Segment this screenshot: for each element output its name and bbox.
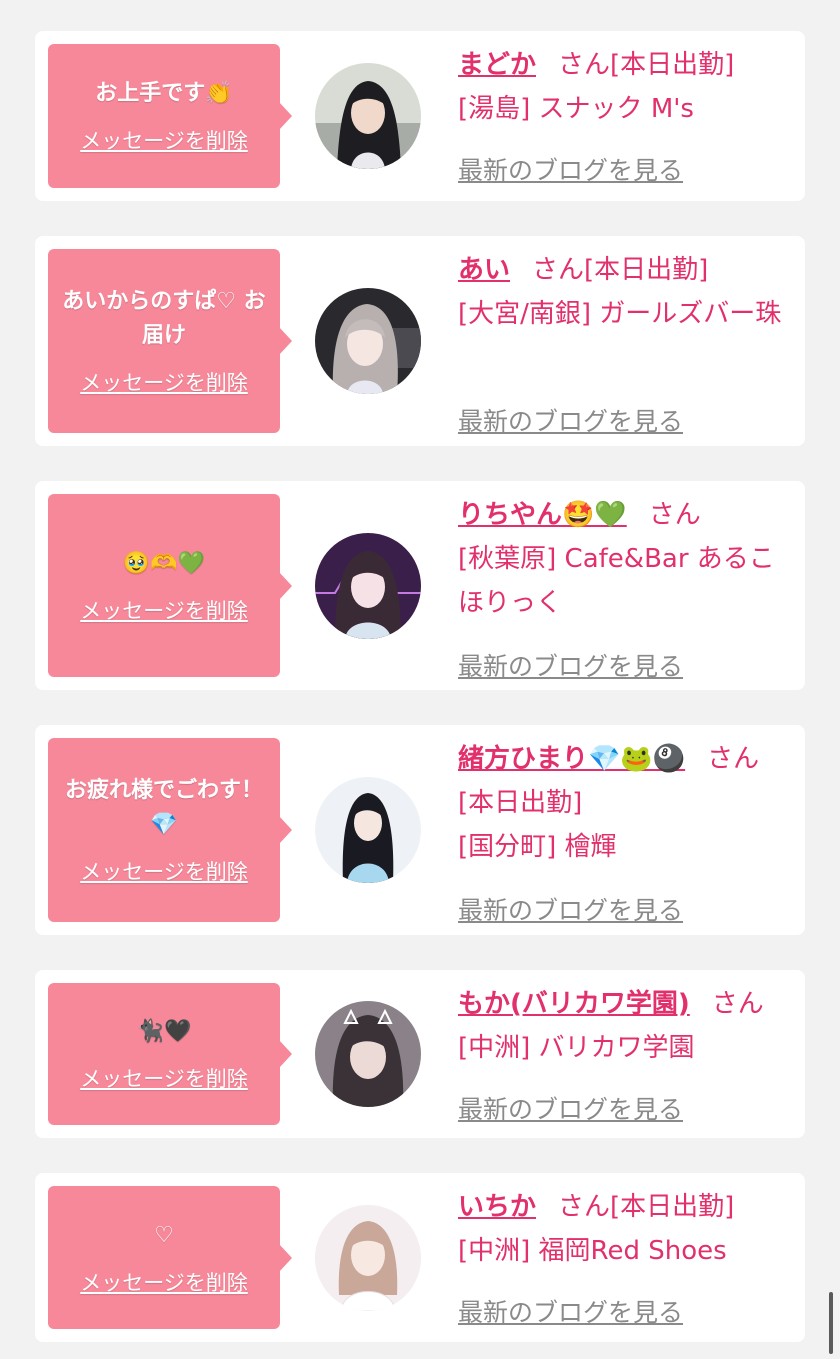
avatar[interactable] [315, 1001, 421, 1107]
status-badge: [本日出勤] [610, 50, 735, 80]
delete-message-link[interactable]: メッセージを削除 [80, 595, 248, 625]
honorific: さん [711, 989, 764, 1019]
delete-message-link[interactable]: メッセージを削除 [80, 367, 248, 397]
delete-message-link[interactable]: メッセージを削除 [80, 125, 248, 155]
blog-link[interactable]: 最新のブログを見る [458, 889, 683, 933]
cast-name-link[interactable]: まどか [458, 50, 536, 80]
message-bubble: 🥹🫶💚 メッセージを削除 [48, 494, 292, 677]
list-item: あいからのすぱ♡ お届け メッセージを削除 あい さん[本日出勤] [大宮/南銀]… [35, 236, 805, 446]
cast-name-link[interactable]: あい [458, 255, 510, 285]
honorific: さん [707, 744, 760, 774]
message-bubble: お上手です👏 メッセージを削除 [48, 44, 292, 188]
delete-message-link[interactable]: メッセージを削除 [80, 856, 248, 886]
message-text: 🐈‍⬛🖤 [136, 1019, 192, 1044]
list-item: お疲れ様でごわす！💎 メッセージを削除 緒方ひまり💎🐸🎱 さん [本日出勤] [国… [35, 725, 805, 935]
delete-message-link[interactable]: メッセージを削除 [80, 1063, 248, 1093]
cast-name-link[interactable]: もか(バリカワ学園) [458, 989, 690, 1019]
blog-link[interactable]: 最新のブログを見る [458, 149, 683, 193]
cast-info: 緒方ひまり💎🐸🎱 さん [本日出勤] [国分町] 檜輝 最新のブログを見る [458, 737, 793, 925]
cast-name-link[interactable]: りちやん🤩💚 [458, 500, 627, 530]
shop-info: [秋葉原] Cafe&Bar あるこほりっく [458, 544, 775, 618]
list-item: 🐈‍⬛🖤 メッセージを削除 もか(バリカワ学園) さん [中洲] バリカワ学園 最… [35, 970, 805, 1138]
message-bubble: お疲れ様でごわす！💎 メッセージを削除 [48, 738, 292, 922]
list-item: ♡ メッセージを削除 いちか さん[本日出勤] [中洲] 福岡Red Shoes … [35, 1173, 805, 1342]
message-text: お上手です👏 [95, 81, 233, 106]
blog-link[interactable]: 最新のブログを見る [458, 400, 683, 444]
shop-info: [中洲] バリカワ学園 [458, 1033, 695, 1063]
list-item: 🥹🫶💚 メッセージを削除 りちやん🤩💚 さん [秋葉原] Cafe&Bar あるこ… [35, 481, 805, 690]
status-badge: [本日出勤] [458, 788, 583, 818]
honorific: さん [558, 1192, 611, 1222]
honorific: さん [532, 255, 585, 285]
shop-info: [国分町] 檜輝 [458, 832, 617, 862]
blog-link[interactable]: 最新のブログを見る [458, 1088, 683, 1132]
shop-info: [大宮/南銀] ガールズバー珠 [458, 299, 782, 329]
blog-link[interactable]: 最新のブログを見る [458, 645, 683, 689]
avatar[interactable] [315, 288, 421, 394]
message-bubble: ♡ メッセージを削除 [48, 1186, 292, 1329]
message-text: あいからのすぱ♡ お届け [62, 289, 266, 348]
blog-link[interactable]: 最新のブログを見る [458, 1291, 683, 1335]
message-text: ♡ [154, 1222, 174, 1248]
scrollbar[interactable] [829, 1292, 833, 1354]
cast-name-link[interactable]: いちか [458, 1192, 536, 1222]
cast-name-link[interactable]: 緒方ひまり💎🐸🎱 [458, 744, 685, 774]
list-item: お上手です👏 メッセージを削除 まどか さん[本日出勤] [湯島] スナック M'… [35, 31, 805, 201]
cast-info: りちやん🤩💚 さん [秋葉原] Cafe&Bar あるこほりっく 最新のブログを見… [458, 493, 793, 681]
message-text: お疲れ様でごわす！💎 [64, 778, 263, 837]
status-badge: [本日出勤] [610, 1192, 735, 1222]
avatar[interactable] [315, 777, 421, 883]
delete-message-link[interactable]: メッセージを削除 [80, 1267, 248, 1297]
message-text: 🥹🫶💚 [122, 550, 206, 576]
status-badge: [本日出勤] [584, 255, 709, 285]
cast-info: あい さん[本日出勤] [大宮/南銀] ガールズバー珠 最新のブログを見る [458, 248, 793, 436]
cast-info: いちか さん[本日出勤] [中洲] 福岡Red Shoes 最新のブログを見る [458, 1185, 793, 1327]
message-bubble: あいからのすぱ♡ お届け メッセージを削除 [48, 249, 292, 433]
honorific: さん [558, 50, 611, 80]
message-bubble: 🐈‍⬛🖤 メッセージを削除 [48, 983, 292, 1125]
avatar[interactable] [315, 1205, 421, 1311]
avatar[interactable] [315, 533, 421, 639]
shop-info: [湯島] スナック M's [458, 94, 694, 124]
cast-info: まどか さん[本日出勤] [湯島] スナック M's 最新のブログを見る [458, 43, 793, 185]
cast-info: もか(バリカワ学園) さん [中洲] バリカワ学園 最新のブログを見る [458, 982, 793, 1124]
shop-info: [中洲] 福岡Red Shoes [458, 1236, 727, 1266]
honorific: さん [648, 500, 701, 530]
avatar[interactable] [315, 63, 421, 169]
